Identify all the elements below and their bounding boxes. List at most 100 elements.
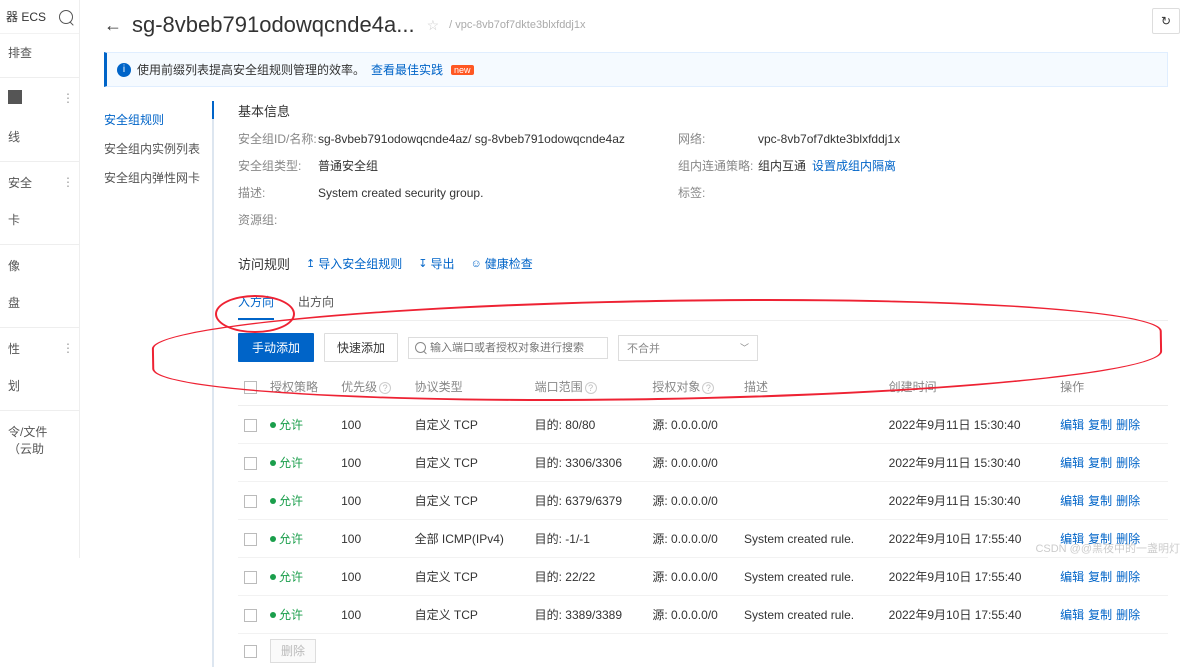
row-checkbox[interactable] xyxy=(244,495,257,508)
left-item[interactable]: 线 xyxy=(0,118,79,155)
cell-desc: System created rule. xyxy=(738,520,883,558)
product-panel: 器 ECS 排查 ⋮ 线 安全⋮ 卡 像 盘 性⋮ 划 令/文件（云助 xyxy=(0,0,80,558)
quick-add-button[interactable]: 快速添加 xyxy=(324,333,398,362)
table-row: 允许100自定义 TCP目的: 3389/3389源: 0.0.0.0/0Sys… xyxy=(238,596,1168,634)
edit-link[interactable]: 编辑 xyxy=(1060,608,1084,622)
cell-actions: 编辑复制删除 xyxy=(1054,558,1168,596)
delete-link[interactable]: 删除 xyxy=(1116,418,1140,432)
label-policy: 组内连通策略: xyxy=(678,157,758,174)
section-nav-rules[interactable]: 安全组规则 xyxy=(104,105,204,134)
edit-link[interactable]: 编辑 xyxy=(1060,570,1084,584)
val-network: vpc-8vb7of7dkte3blxfddj1x xyxy=(758,132,1018,146)
health-check-button[interactable]: ☺健康检查 xyxy=(470,255,532,272)
cell-port: 目的: 80/80 xyxy=(529,406,647,444)
select-all-checkbox[interactable] xyxy=(244,381,257,394)
cell-priority: 100 xyxy=(335,406,408,444)
left-item[interactable]: 令/文件（云助 xyxy=(0,410,79,467)
delete-link[interactable]: 删除 xyxy=(1116,456,1140,470)
copy-link[interactable]: 复制 xyxy=(1088,418,1112,432)
copy-link[interactable]: 复制 xyxy=(1088,456,1112,470)
direction-tabs: 入方向 出方向 xyxy=(238,285,1168,321)
detail-panel: 基本信息 安全组ID/名称: sg-8vbeb791odowqcnde4az/ … xyxy=(212,101,1168,667)
refresh-button[interactable]: ↻ xyxy=(1152,8,1180,34)
cell-target: 源: 0.0.0.0/0 xyxy=(646,558,738,596)
delete-link[interactable]: 删除 xyxy=(1116,608,1140,622)
section-nav: 安全组规则 安全组内实例列表 安全组内弹性网卡 xyxy=(104,101,204,667)
copy-link[interactable]: 复制 xyxy=(1088,494,1112,508)
edit-link[interactable]: 编辑 xyxy=(1060,494,1084,508)
left-item[interactable]: 划 xyxy=(0,367,79,404)
download-icon: ↧ xyxy=(418,257,427,270)
upload-icon: ↥ xyxy=(306,257,315,270)
tab-inbound[interactable]: 入方向 xyxy=(238,285,274,320)
cell-protocol: 自定义 TCP xyxy=(409,444,529,482)
star-icon[interactable]: ☆ xyxy=(427,17,440,34)
main-content: ← sg-8vbeb791odowqcnde4a... ☆ / vpc-8vb7… xyxy=(80,0,1184,558)
left-item[interactable]: 卡 xyxy=(0,201,79,238)
edit-link[interactable]: 编辑 xyxy=(1060,418,1084,432)
export-button[interactable]: ↧导出 xyxy=(418,255,454,272)
row-checkbox[interactable] xyxy=(244,419,257,432)
copy-link[interactable]: 复制 xyxy=(1088,570,1112,584)
isolation-link[interactable]: 设置成组内隔离 xyxy=(812,159,896,173)
left-item[interactable]: 排查 xyxy=(0,34,79,71)
cell-priority: 100 xyxy=(335,558,408,596)
merge-select[interactable]: 不合并 ﹀ xyxy=(618,335,758,361)
edit-link[interactable]: 编辑 xyxy=(1060,456,1084,470)
more-icon[interactable]: ⋮ xyxy=(62,175,73,189)
cell-port: 目的: 3306/3306 xyxy=(529,444,647,482)
cell-time: 2022年9月10日 17:55:40 xyxy=(883,558,1055,596)
left-item[interactable]: 性⋮ xyxy=(0,327,79,367)
label-sgid: 安全组ID/名称: xyxy=(238,130,318,147)
left-item[interactable]: ⋮ xyxy=(0,77,79,118)
cell-actions: 编辑复制删除 xyxy=(1054,596,1168,634)
batch-delete-button[interactable]: 删除 xyxy=(270,639,316,663)
policy-allow: 允许 xyxy=(270,530,303,547)
cell-desc: System created rule. xyxy=(738,596,883,634)
label-desc: 描述: xyxy=(238,184,318,201)
cell-time: 2022年9月11日 15:30:40 xyxy=(883,482,1055,520)
label-tag: 标签: xyxy=(678,184,758,201)
cell-desc: System created rule. xyxy=(738,558,883,596)
search-box[interactable] xyxy=(408,337,608,359)
copy-link[interactable]: 复制 xyxy=(1088,608,1112,622)
left-item[interactable]: 像 xyxy=(0,244,79,284)
row-checkbox[interactable] xyxy=(244,571,257,584)
search-icon[interactable] xyxy=(59,10,73,24)
select-all-footer-checkbox[interactable] xyxy=(244,645,257,658)
section-nav-instances[interactable]: 安全组内实例列表 xyxy=(104,134,204,163)
policy-allow: 允许 xyxy=(270,416,303,433)
row-checkbox[interactable] xyxy=(244,457,257,470)
tab-outbound[interactable]: 出方向 xyxy=(298,285,334,320)
cell-target: 源: 0.0.0.0/0 xyxy=(646,596,738,634)
policy-allow: 允许 xyxy=(270,606,303,623)
delete-link[interactable]: 删除 xyxy=(1116,494,1140,508)
delete-link[interactable]: 删除 xyxy=(1116,570,1140,584)
cell-actions: 编辑复制删除 xyxy=(1054,482,1168,520)
new-badge: new xyxy=(451,65,474,75)
help-icon[interactable]: ? xyxy=(585,382,597,394)
more-icon[interactable]: ⋮ xyxy=(62,91,73,105)
left-item[interactable]: 盘 xyxy=(0,284,79,321)
cell-protocol: 自定义 TCP xyxy=(409,558,529,596)
cell-time: 2022年9月10日 17:55:40 xyxy=(883,596,1055,634)
cell-priority: 100 xyxy=(335,596,408,634)
row-checkbox[interactable] xyxy=(244,609,257,622)
section-nav-eni[interactable]: 安全组内弹性网卡 xyxy=(104,163,204,192)
watermark: CSDN @@黑夜中的一盏明灯 xyxy=(1035,540,1180,556)
health-icon: ☺ xyxy=(470,258,481,270)
row-checkbox[interactable] xyxy=(244,533,257,546)
more-icon[interactable]: ⋮ xyxy=(62,341,73,355)
alert-link[interactable]: 查看最佳实践 xyxy=(371,61,443,78)
import-button[interactable]: ↥导入安全组规则 xyxy=(306,255,402,272)
alert-banner: i 使用前缀列表提高安全组规则管理的效率。 查看最佳实践 new xyxy=(104,52,1168,87)
alert-text: 使用前缀列表提高安全组规则管理的效率。 xyxy=(137,61,365,78)
left-item[interactable]: 安全⋮ xyxy=(0,161,79,201)
back-icon[interactable]: ← xyxy=(104,15,122,36)
help-icon[interactable]: ? xyxy=(379,382,391,394)
search-input[interactable] xyxy=(430,342,601,354)
cell-target: 源: 0.0.0.0/0 xyxy=(646,520,738,558)
manual-add-button[interactable]: 手动添加 xyxy=(238,333,314,362)
help-icon[interactable]: ? xyxy=(702,382,714,394)
search-icon xyxy=(415,342,426,353)
